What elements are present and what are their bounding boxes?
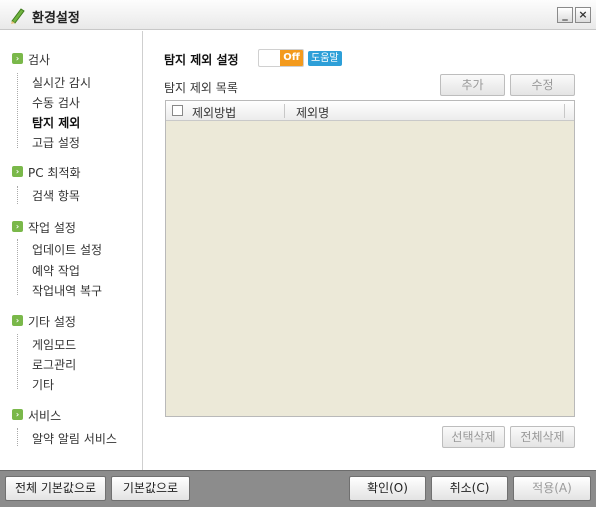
sidebar-item-exclusion[interactable]: 탐지 제외 (32, 114, 80, 131)
sidebar-item-log[interactable]: 로그관리 (32, 356, 76, 373)
tree-line (17, 186, 18, 204)
minimize-button[interactable]: _ (557, 7, 573, 23)
category-arrow-icon: › (12, 166, 23, 177)
sidebar-item-etc[interactable]: 기타 (32, 376, 54, 393)
title-bar: 환경설정 _ × (0, 0, 596, 30)
sidebar-item-realtime[interactable]: 실시간 감시 (32, 74, 91, 91)
category-arrow-icon: › (12, 409, 23, 420)
column-divider[interactable] (564, 104, 565, 118)
section-title: 탐지 제외 설정 (164, 53, 239, 67)
toggle-state: Off (280, 50, 303, 66)
delete-selected-button[interactable]: 선택삭제 (442, 426, 505, 448)
window-title: 환경설정 (32, 11, 80, 26)
main-panel: 탐지 제외 설정 Off 도움말 탐지 제외 목록 추가 수정 제외방법 제외명… (144, 31, 596, 470)
cancel-button[interactable]: 취소(C) (431, 476, 508, 501)
edit-button[interactable]: 수정 (510, 74, 575, 96)
ok-button[interactable]: 확인(O) (349, 476, 426, 501)
sidebar-item-scheduled[interactable]: 예약 작업 (32, 262, 80, 279)
tree-line (17, 239, 18, 295)
pencil-icon (11, 8, 25, 24)
category-arrow-icon: › (12, 221, 23, 232)
column-header-method[interactable]: 제외방법 (192, 104, 236, 121)
sidebar-item-search-items[interactable]: 검색 항목 (32, 187, 80, 204)
footer-bar: 전체 기본값으로 기본값으로 확인(O) 취소(C) 적용(A) (0, 470, 596, 507)
sidebar-item-notification-service[interactable]: 알약 알림 서비스 (32, 430, 117, 447)
sidebar-item-restore[interactable]: 작업내역 복구 (32, 282, 102, 299)
add-button[interactable]: 추가 (440, 74, 505, 96)
category-arrow-icon: › (12, 315, 23, 326)
apply-button[interactable]: 적용(A) (513, 476, 591, 501)
sidebar-item-update[interactable]: 업데이트 설정 (32, 241, 102, 258)
reset-all-button[interactable]: 전체 기본값으로 (5, 476, 106, 501)
sidebar-item-advanced[interactable]: 고급 설정 (32, 134, 80, 151)
column-divider[interactable] (284, 104, 285, 118)
sidebar-item-game-mode[interactable]: 게임모드 (32, 336, 76, 353)
exclusion-toggle[interactable]: Off (258, 49, 304, 67)
reset-default-button[interactable]: 기본값으로 (111, 476, 190, 501)
help-button[interactable]: 도움말 (308, 51, 342, 66)
exclusion-table[interactable]: 제외방법 제외명 (165, 100, 575, 417)
tree-line (17, 428, 18, 446)
tree-line (17, 73, 18, 148)
list-title: 탐지 제외 목록 (164, 81, 238, 95)
sidebar-item-manual-scan[interactable]: 수동 검사 (32, 94, 80, 111)
select-all-checkbox[interactable] (172, 105, 183, 116)
category-arrow-icon: › (12, 53, 23, 64)
table-header: 제외방법 제외명 (166, 101, 574, 121)
column-header-name[interactable]: 제외명 (296, 104, 329, 121)
tree-line (17, 334, 18, 389)
sidebar: › 검사 실시간 감시 수동 검사 탐지 제외 고급 설정 › PC 최적화 검… (0, 31, 143, 470)
close-button[interactable]: × (575, 7, 591, 23)
delete-all-button[interactable]: 전체삭제 (510, 426, 575, 448)
